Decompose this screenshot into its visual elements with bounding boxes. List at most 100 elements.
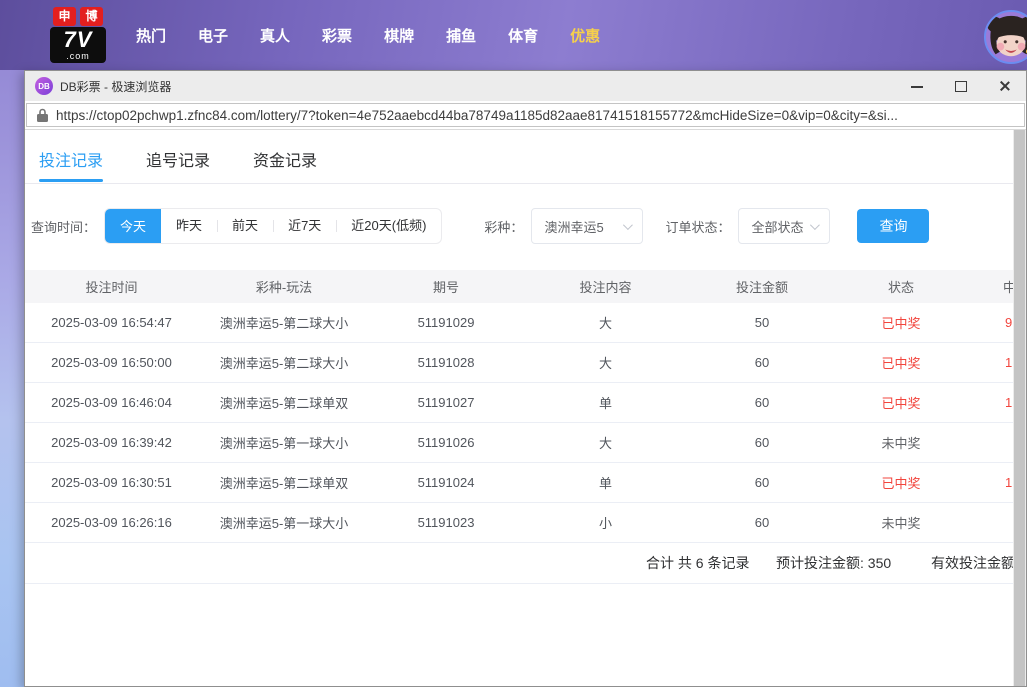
user-avatar[interactable] [984,10,1027,64]
browser-app-icon: DB [35,77,53,95]
search-button[interactable]: 查询 [857,209,929,243]
cell-game-play: 澳洲幸运5-第二球大小 [198,313,370,332]
cell-bet-content: 大 [522,313,689,332]
col-bet-content: 投注内容 [522,277,689,296]
cell-bet-time: 2025-03-09 16:54:47 [25,315,198,330]
scrollbar-thumb[interactable] [1014,130,1025,686]
order-status-value: 全部状态 [751,217,803,236]
cell-status: 已中奖 [835,313,967,332]
order-status-select[interactable]: 全部状态 [738,208,830,244]
cell-game-play: 澳洲幸运5-第二球单双 [198,473,370,492]
cell-issue: 51191023 [370,515,522,530]
logo-brand-text: 7V [50,28,106,52]
cell-bet-time: 2025-03-09 16:39:42 [25,435,198,450]
cell-bet-amount: 60 [689,355,835,370]
table-row[interactable]: 2025-03-09 16:54:47 澳洲幸运5-第二球大小 51191029… [25,303,1026,343]
table-row[interactable]: 2025-03-09 16:50:00 澳洲幸运5-第二球大小 51191028… [25,343,1026,383]
cell-issue: 51191026 [370,435,522,450]
tab-fund-records[interactable]: 资金记录 [253,130,317,183]
url-row: https://ctop02pchwp1.zfnc84.com/lottery/… [25,101,1026,130]
cell-status: 已中奖 [835,473,967,492]
lottery-select[interactable]: 澳洲幸运5 [531,208,643,244]
summary-record-count: 合计 共 6 条记录 [646,543,749,584]
browser-window: DB DB彩票 - 极速浏览器 https://ctop02pchwp1.zfn… [24,70,1027,687]
col-bet-time: 投注时间 [25,277,198,296]
cell-bet-amount: 60 [689,435,835,450]
time-option-7days[interactable]: 近7天 [273,209,336,243]
logo-badges: 申 博 [50,7,106,26]
nav-item-fishing[interactable]: 捕鱼 [444,21,478,50]
nav-item-chess[interactable]: 棋牌 [382,21,416,50]
col-game-play: 彩种-玩法 [198,277,370,296]
page-viewport: 投注记录 追号记录 资金记录 查询时间： 今天 昨天 前天 近7天 近20天(低… [25,130,1026,686]
tab-bet-records[interactable]: 投注记录 [39,130,103,183]
col-bet-amount: 投注金额 [689,277,835,296]
cell-bet-amount: 60 [689,395,835,410]
lottery-filter-label: 彩种： [484,217,523,236]
cell-bet-amount: 50 [689,315,835,330]
cell-game-play: 澳洲幸运5-第一球大小 [198,513,370,532]
url-text: https://ctop02pchwp1.zfnc84.com/lottery/… [56,108,898,123]
time-option-yesterday[interactable]: 昨天 [161,209,217,243]
time-range-group: 今天 昨天 前天 近7天 近20天(低频) [104,208,442,244]
summary-expected-amount: 预计投注金额: 350 [776,543,891,584]
cell-status: 已中奖 [835,393,967,412]
table-row[interactable]: 2025-03-09 16:26:16 澳洲幸运5-第一球大小 51191023… [25,503,1026,543]
site-header: 申 博 7V .com 热门 电子 真人 彩票 棋牌 捕鱼 体育 优惠 [0,0,1027,70]
nav-item-hot[interactable]: 热门 [134,21,168,50]
site-logo[interactable]: 申 博 7V .com [50,7,106,63]
cell-bet-content: 小 [522,513,689,532]
chevron-down-icon [623,220,633,230]
nav-item-promo[interactable]: 优惠 [568,21,602,50]
cell-bet-time: 2025-03-09 16:50:00 [25,355,198,370]
address-bar[interactable]: https://ctop02pchwp1.zfnc84.com/lottery/… [26,103,1025,127]
cell-game-play: 澳洲幸运5-第二球单双 [198,393,370,412]
col-status: 状态 [835,277,967,296]
cell-issue: 51191027 [370,395,522,410]
window-controls [910,79,1026,93]
lottery-select-value: 澳洲幸运5 [544,217,603,236]
cell-game-play: 澳洲幸运5-第一球大小 [198,433,370,452]
cell-bet-time: 2025-03-09 16:26:16 [25,515,198,530]
window-titlebar[interactable]: DB DB彩票 - 极速浏览器 [25,71,1026,101]
time-option-day-before[interactable]: 前天 [217,209,273,243]
cell-issue: 51191024 [370,475,522,490]
cell-status: 未中奖 [835,513,967,532]
nav-item-lottery[interactable]: 彩票 [320,21,354,50]
cell-bet-content: 单 [522,393,689,412]
time-filter-label: 查询时间： [31,217,96,236]
time-option-today[interactable]: 今天 [105,209,161,243]
table-row[interactable]: 2025-03-09 16:46:04 澳洲幸运5-第二球单双 51191027… [25,383,1026,423]
cell-bet-time: 2025-03-09 16:30:51 [25,475,198,490]
logo-body: 7V .com [50,27,106,63]
cell-issue: 51191029 [370,315,522,330]
window-title: DB彩票 - 极速浏览器 [60,78,171,95]
status-filter-label: 订单状态： [665,217,730,236]
nav-item-electronic[interactable]: 电子 [196,21,230,50]
time-option-20days[interactable]: 近20天(低频) [336,209,441,243]
cell-issue: 51191028 [370,355,522,370]
cell-status: 未中奖 [835,433,967,452]
tab-chase-records[interactable]: 追号记录 [146,130,210,183]
logo-suffix-text: .com [50,52,106,60]
bet-records-table: 投注时间 彩种-玩法 期号 投注内容 投注金额 状态 中奖金额 2025-03-… [25,270,1026,584]
cell-bet-content: 大 [522,353,689,372]
cell-bet-amount: 60 [689,475,835,490]
table-row[interactable]: 2025-03-09 16:30:51 澳洲幸运5-第二球单双 51191024… [25,463,1026,503]
logo-badge-right: 博 [80,7,103,26]
minimize-button[interactable] [910,79,924,93]
summary-valid-amount: 有效投注金额: [931,543,1019,584]
cell-bet-content: 大 [522,433,689,452]
table-row[interactable]: 2025-03-09 16:39:42 澳洲幸运5-第一球大小 51191026… [25,423,1026,463]
chevron-down-icon [810,220,820,230]
cell-bet-content: 单 [522,473,689,492]
filter-bar: 查询时间： 今天 昨天 前天 近7天 近20天(低频) 彩种： 澳洲幸运5 [25,208,1026,244]
close-button[interactable] [998,79,1012,93]
cell-game-play: 澳洲幸运5-第二球大小 [198,353,370,372]
maximize-button[interactable] [954,79,968,93]
vertical-scrollbar[interactable] [1013,130,1026,686]
cell-bet-time: 2025-03-09 16:46:04 [25,395,198,410]
nav-item-sports[interactable]: 体育 [506,21,540,50]
avatar-image [986,12,1027,62]
nav-item-live[interactable]: 真人 [258,21,292,50]
